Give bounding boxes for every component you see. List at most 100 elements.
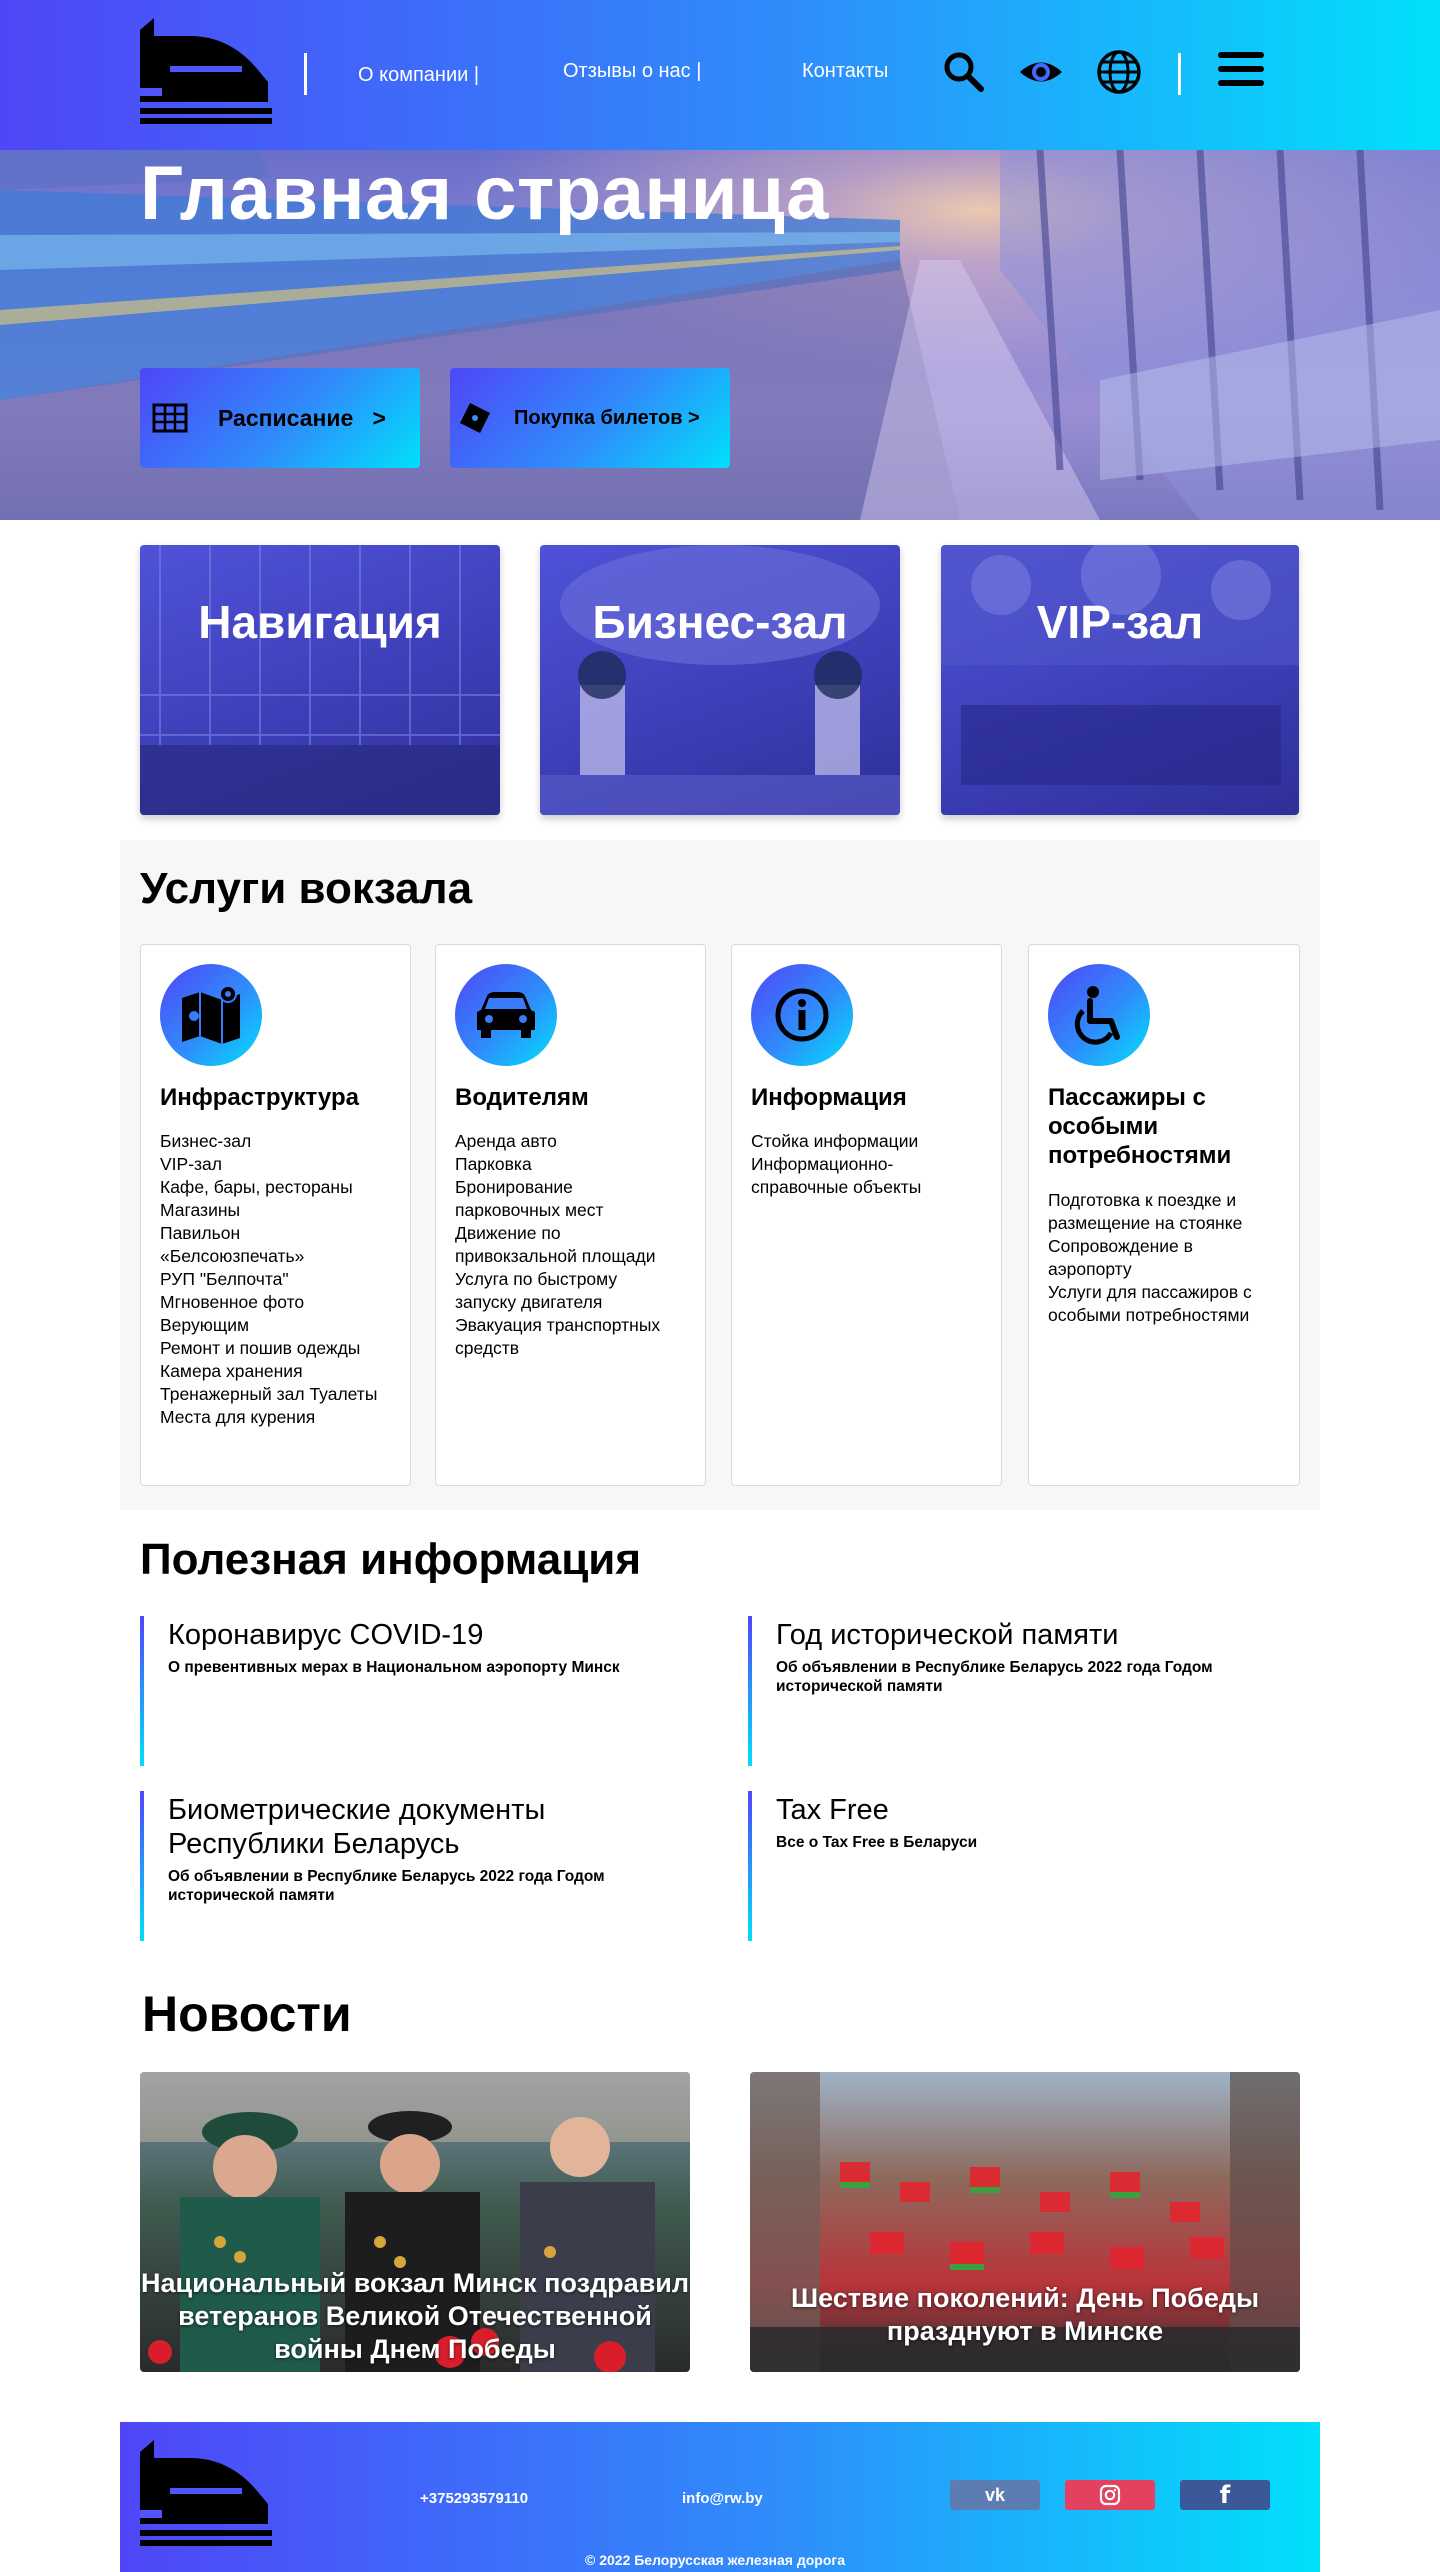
instagram-glyph-icon xyxy=(1099,2484,1121,2506)
service-list-item[interactable]: парковочных мест xyxy=(455,1199,695,1222)
services-title: Услуги вокзала xyxy=(140,864,473,913)
info-item-title: Tax Free xyxy=(776,1794,889,1826)
info-item-desc: Все о Tax Free в Беларуси xyxy=(776,1834,978,1851)
service-card-list: Бизнес-зал VIP-зал Кафе, бары, рестораны… xyxy=(160,1130,400,1429)
service-card-list: Аренда авто Парковка Бронирование парков… xyxy=(455,1130,695,1360)
info-item-covid[interactable]: Коронавирус COVID-19 О превентивных мера… xyxy=(140,1616,700,1766)
train-logo-icon[interactable] xyxy=(140,2440,272,2546)
footer-email[interactable]: info@rw.by xyxy=(682,2490,763,2507)
service-card-title: Инфраструктура xyxy=(160,1084,359,1111)
service-list-item[interactable]: Кафе, бары, рестораны xyxy=(160,1176,400,1199)
service-list-item[interactable]: Аренда авто xyxy=(455,1130,695,1153)
nav-reviews[interactable]: Отзывы о нас | xyxy=(563,60,701,83)
page-title: Главная страница xyxy=(140,151,829,236)
info-item-title: Год исторической памяти xyxy=(776,1619,1119,1651)
schedule-button-label: Расписание > xyxy=(218,404,386,431)
vk-icon[interactable]: vk xyxy=(950,2480,1040,2510)
service-list-item[interactable]: Тренажерный зал Туалеты xyxy=(160,1383,400,1406)
info-item-tax-free[interactable]: Tax Free Все о Tax Free в Беларуси xyxy=(748,1791,1308,1941)
eye-icon[interactable] xyxy=(1018,49,1064,95)
train-logo-icon[interactable] xyxy=(140,18,272,124)
info-item-biometric-docs[interactable]: Биометрические документы Республики Бела… xyxy=(140,1791,700,1941)
service-list-item[interactable]: РУП "Белпочта" xyxy=(160,1268,400,1291)
footer-phone[interactable]: +375293579110 xyxy=(420,2490,528,2507)
service-list-item[interactable]: Подготовка к поездке и xyxy=(1048,1189,1288,1212)
service-card-drivers[interactable]: Водителям Аренда авто Парковка Бронирова… xyxy=(435,944,706,1486)
navigation-card[interactable]: Навигация xyxy=(140,545,500,815)
wheelchair-icon xyxy=(1048,964,1150,1066)
service-list-item[interactable]: «Белсоюзпечать» xyxy=(160,1245,400,1268)
news-title: Новости xyxy=(142,1986,352,2042)
vip-lounge-card-label: VIP-зал xyxy=(1036,596,1204,648)
service-list-item[interactable]: запуску двигателя xyxy=(455,1291,695,1314)
news-card-title: Национальный вокзал Минск поздравил вете… xyxy=(140,2268,689,2364)
instagram-icon[interactable] xyxy=(1065,2480,1155,2510)
facebook-icon[interactable]: f xyxy=(1180,2480,1270,2510)
business-lounge-card-label: Бизнес-зал xyxy=(592,596,848,648)
menu-icon[interactable] xyxy=(1218,52,1264,90)
car-icon xyxy=(455,964,557,1066)
service-list-item[interactable]: Места для курения xyxy=(160,1406,400,1429)
service-list-item[interactable]: Услуги для пассажиров с xyxy=(1048,1281,1288,1304)
service-list-item[interactable]: Сопровождение в xyxy=(1048,1235,1288,1258)
service-card-special-needs[interactable]: Пассажиры с особыми потребностями Подгот… xyxy=(1028,944,1300,1486)
vip-lounge-card[interactable]: VIP-зал xyxy=(941,545,1299,815)
service-list-item[interactable]: особыми потребностями xyxy=(1048,1304,1288,1327)
service-list-item[interactable]: Верующим xyxy=(160,1314,400,1337)
buy-tickets-button[interactable]: Покупка билетов > xyxy=(450,368,730,468)
service-list-item[interactable]: аэропорту xyxy=(1048,1258,1288,1281)
map-icon xyxy=(160,964,262,1066)
schedule-button[interactable]: Расписание > xyxy=(140,368,420,468)
info-item-desc: Об объявлении в Республике Беларусь 2022… xyxy=(168,1868,605,1904)
service-list-item[interactable]: Ремонт и пошив одежды xyxy=(160,1337,400,1360)
service-list-item[interactable]: Движение по xyxy=(455,1222,695,1245)
service-list-item[interactable]: Мгновенное фото xyxy=(160,1291,400,1314)
service-list-item[interactable]: VIP-зал xyxy=(160,1153,400,1176)
service-list-item[interactable]: Камера хранения xyxy=(160,1360,400,1383)
nav-contacts[interactable]: Контакты xyxy=(802,60,888,83)
service-list-item[interactable]: Магазины xyxy=(160,1199,400,1222)
service-card-list: Подготовка к поездке и размещение на сто… xyxy=(1048,1189,1288,1327)
info-item-title: Биометрические документы Республики Бела… xyxy=(168,1794,546,1860)
globe-icon[interactable] xyxy=(1096,49,1142,95)
service-card-title: Водителям xyxy=(455,1084,589,1111)
service-card-title: Пассажиры с особыми потребностями xyxy=(1048,1084,1232,1169)
site-header: О компании | Отзывы о нас | Контакты xyxy=(0,0,1440,150)
news-card-parade[interactable]: Шествие поколений: День Победы празднуют… xyxy=(750,2072,1300,2372)
service-list-item[interactable]: привокзальной площади xyxy=(455,1245,695,1268)
info-item-desc: О превентивных мерах в Национальном аэро… xyxy=(168,1659,620,1676)
service-list-item[interactable]: Павильон xyxy=(160,1222,400,1245)
nav-about[interactable]: О компании | xyxy=(358,64,479,87)
service-list-item[interactable]: Эвакуация транспортных xyxy=(455,1314,695,1337)
service-list-item[interactable]: Бронирование xyxy=(455,1176,695,1199)
service-list-item[interactable]: Информационно- xyxy=(751,1153,991,1176)
header-divider xyxy=(304,53,307,95)
news-card-veterans[interactable]: Национальный вокзал Минск поздравил вете… xyxy=(140,2072,690,2372)
search-icon[interactable] xyxy=(941,49,987,95)
info-item-title: Коронавирус COVID-19 xyxy=(168,1619,484,1651)
vk-icon-label: vk xyxy=(984,2484,1006,2505)
business-lounge-card[interactable]: Бизнес-зал xyxy=(540,545,900,815)
buy-tickets-button-label: Покупка билетов > xyxy=(514,406,700,429)
service-list-item[interactable]: Услуга по быстрому xyxy=(455,1268,695,1291)
vip-lounge-photo xyxy=(941,545,1299,785)
ticket-icon xyxy=(460,403,490,433)
info-icon xyxy=(751,964,853,1066)
navigation-photo xyxy=(140,545,500,815)
service-card-infrastructure[interactable]: Инфраструктура Бизнес-зал VIP-зал Кафе, … xyxy=(140,944,411,1486)
service-list-item[interactable]: Стойка информации xyxy=(751,1130,991,1153)
useful-info-title: Полезная информация xyxy=(140,1535,641,1584)
business-lounge-photo xyxy=(540,545,900,815)
table-icon xyxy=(152,403,188,433)
service-list-item[interactable]: Бизнес-зал xyxy=(160,1130,400,1153)
header-divider xyxy=(1178,53,1181,95)
service-list-item[interactable]: средств xyxy=(455,1337,695,1360)
service-list-item[interactable]: справочные объекты xyxy=(751,1176,991,1199)
navigation-card-label: Навигация xyxy=(198,596,442,648)
service-list-item[interactable]: размещение на стоянке xyxy=(1048,1212,1288,1235)
footer-copyright: © 2022 Белорусская железная дорога xyxy=(585,2552,846,2568)
info-item-historical-memory[interactable]: Год исторической памяти Об объявлении в … xyxy=(748,1616,1308,1766)
info-item-desc: Об объявлении в Республике Беларусь 2022… xyxy=(776,1659,1213,1695)
service-card-information[interactable]: Информация Стойка информации Информацион… xyxy=(731,944,1002,1486)
service-list-item[interactable]: Парковка xyxy=(455,1153,695,1176)
